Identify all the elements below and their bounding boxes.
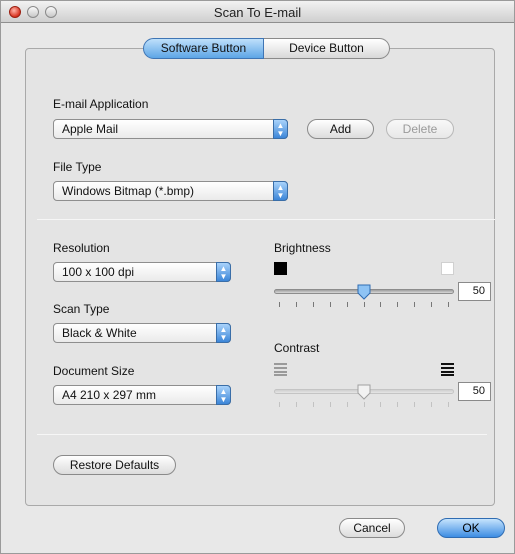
document-size-select[interactable]: A4 210 x 297 mm ▲ ▼: [53, 385, 231, 405]
slider-tick: [448, 302, 449, 307]
brightness-label: Brightness: [274, 241, 331, 255]
tab-software-button[interactable]: Software Button: [143, 38, 264, 59]
popup-arrows-icon: ▲ ▼: [273, 119, 288, 139]
contrast-value-field[interactable]: 50: [458, 382, 491, 401]
slider-tick: [313, 402, 314, 407]
slider-tick: [431, 302, 432, 307]
slider-tick: [364, 302, 365, 307]
slider-tick: [313, 302, 314, 307]
slider-tick: [448, 402, 449, 407]
slider-tick: [397, 302, 398, 307]
slider-tick: [279, 402, 280, 407]
email-application-value: Apple Mail: [62, 122, 119, 136]
slider-tick: [431, 402, 432, 407]
section-divider: [37, 434, 487, 435]
slider-tick: [397, 402, 398, 407]
slider-tick: [347, 302, 348, 307]
file-type-value: Windows Bitmap (*.bmp): [62, 184, 195, 198]
slider-tick: [380, 402, 381, 407]
brightness-ticks: [279, 302, 449, 308]
slider-tick: [330, 302, 331, 307]
white-square-icon: [441, 262, 454, 275]
slider-tick: [414, 302, 415, 307]
scan-to-email-dialog: Scan To E-mail Software Button Device Bu…: [0, 0, 515, 554]
tab-bar: Software Button Device Button: [143, 38, 390, 59]
resolution-value: 100 x 100 dpi: [62, 265, 135, 279]
window-title: Scan To E-mail: [213, 5, 302, 20]
scan-type-value: Black & White: [62, 326, 137, 340]
black-square-icon: [274, 262, 287, 275]
popup-arrows-icon: ▲ ▼: [216, 323, 231, 343]
slider-tick: [279, 302, 280, 307]
title-bar[interactable]: Scan To E-mail: [1, 1, 514, 23]
scan-type-select[interactable]: Black & White ▲ ▼: [53, 323, 231, 343]
delete-button[interactable]: Delete: [386, 119, 454, 139]
contrast-ticks: [279, 402, 449, 408]
slider-tick: [296, 402, 297, 407]
ok-button[interactable]: OK: [437, 518, 505, 538]
resolution-select[interactable]: 100 x 100 dpi ▲ ▼: [53, 262, 231, 282]
section-divider: [37, 219, 495, 220]
slider-tick: [347, 402, 348, 407]
file-type-label: File Type: [53, 160, 102, 174]
popup-arrows-icon: ▲ ▼: [216, 262, 231, 282]
slider-tick: [414, 402, 415, 407]
restore-defaults-button[interactable]: Restore Defaults: [53, 455, 176, 475]
brightness-value-field[interactable]: 50: [458, 282, 491, 301]
document-size-label: Document Size: [53, 364, 135, 378]
tab-device-button[interactable]: Device Button: [264, 38, 390, 59]
resolution-label: Resolution: [53, 241, 110, 255]
cancel-button[interactable]: Cancel: [339, 518, 405, 538]
contrast-label: Contrast: [274, 341, 320, 355]
slider-tick: [380, 302, 381, 307]
contrast-slider-thumb[interactable]: [357, 384, 371, 400]
popup-arrows-icon: ▲ ▼: [273, 181, 288, 201]
document-size-value: A4 210 x 297 mm: [62, 388, 157, 402]
slider-tick: [296, 302, 297, 307]
email-application-label: E-mail Application: [53, 97, 149, 111]
popup-arrows-icon: ▲ ▼: [216, 385, 231, 405]
slider-tick: [364, 402, 365, 407]
scan-type-label: Scan Type: [53, 302, 110, 316]
low-contrast-lines-icon: [274, 363, 287, 376]
add-button[interactable]: Add: [307, 119, 374, 139]
slider-tick: [330, 402, 331, 407]
email-application-select[interactable]: Apple Mail ▲ ▼: [53, 119, 288, 139]
brightness-slider-thumb[interactable]: [357, 284, 371, 300]
file-type-select[interactable]: Windows Bitmap (*.bmp) ▲ ▼: [53, 181, 288, 201]
high-contrast-lines-icon: [441, 363, 454, 376]
